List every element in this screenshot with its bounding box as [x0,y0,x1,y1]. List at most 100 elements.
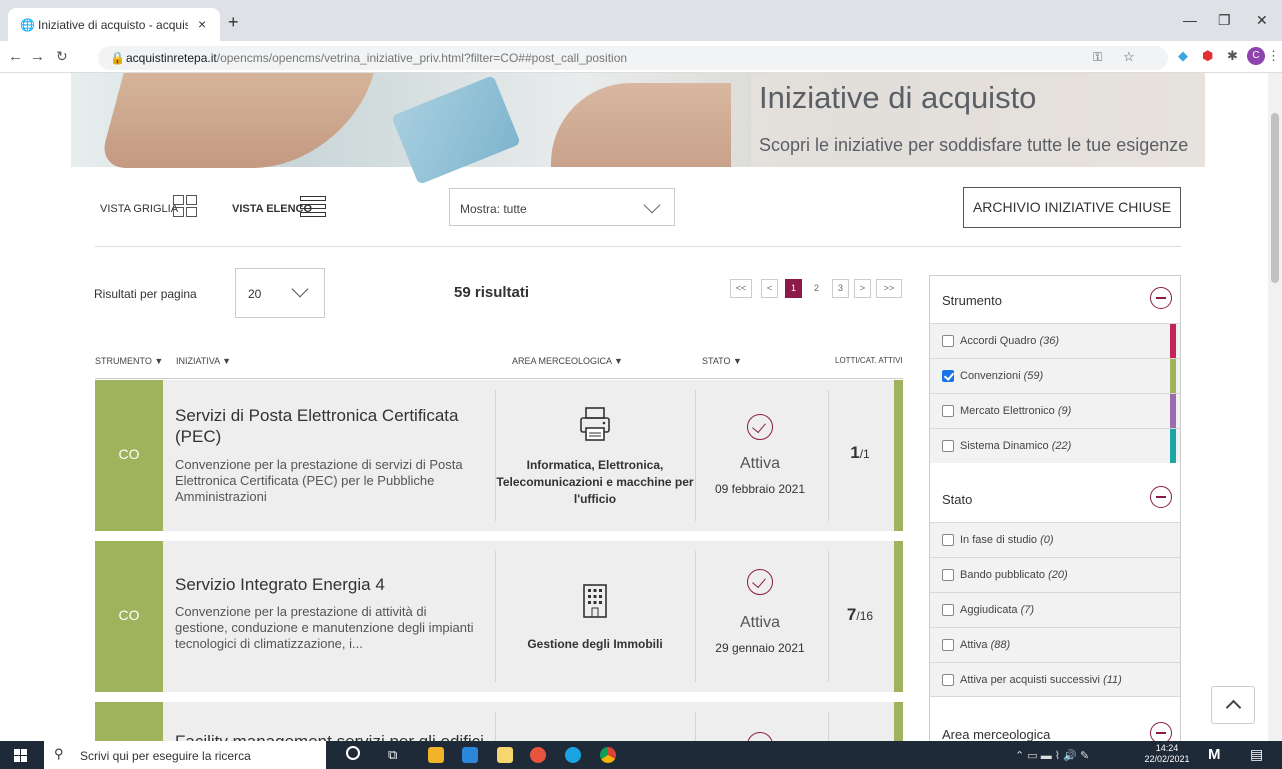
strumento-badge: CO [95,541,163,692]
filter-area-title[interactable]: Area merceologica [942,727,1050,742]
check-circle-icon [747,569,773,595]
filter-convenzioni[interactable]: Convenzioni (59) [930,358,1180,393]
edge-icon[interactable] [565,747,581,763]
cortana-icon[interactable] [346,746,360,760]
reload-icon[interactable]: ↻ [56,48,68,65]
divider [828,712,829,741]
per-page-value: 20 [248,287,262,301]
collapse-strumento-icon[interactable] [1150,287,1172,309]
url-field[interactable]: 🔒 acquistinretepa.it/opencms/opencms/vet… [98,46,1168,70]
checkbox[interactable] [942,604,954,616]
page-3[interactable]: 3 [832,279,849,298]
app-icon[interactable] [530,747,546,763]
color-stripe [1170,324,1176,358]
checkbox[interactable] [942,534,954,546]
page-scrollbar[interactable] [1268,73,1282,741]
mostra-select[interactable]: Mostra: tutte [449,188,675,226]
initiative-title[interactable]: Servizio Integrato Energia 4 [175,574,485,595]
checkbox[interactable] [942,674,954,686]
status-label: Attiva [739,455,780,472]
taskbar-clock[interactable]: 14:24 22/02/2021 [1142,743,1192,765]
extension-diamond-icon[interactable]: ◆ [1178,48,1188,64]
globe-icon: 🌐 [20,18,35,32]
color-stripe [1170,429,1176,463]
divider [495,551,496,682]
status-date: 09 febbraio 2021 [714,482,806,496]
per-page-select[interactable]: 20 [235,268,325,318]
list-view-icon[interactable] [300,195,326,219]
col-stato[interactable]: STATO ▼ [702,356,742,366]
table-row[interactable]: Facility management servizi per gli edif… [95,702,903,741]
results-count: 59 risultati [454,284,530,301]
filter-strumento-title[interactable]: Strumento [942,293,1002,308]
filter-bando-pubblicato[interactable]: Bando pubblicato (20) [930,557,1180,592]
archivio-button[interactable]: ARCHIVIO INIZIATIVE CHIUSE [963,187,1181,228]
checkbox[interactable] [942,440,954,452]
close-tab-icon[interactable]: × [198,16,206,32]
windows-start-icon[interactable] [14,749,28,763]
page-next[interactable]: > [854,279,871,298]
adblock-icon[interactable]: ⬢ [1202,48,1213,64]
back-icon[interactable]: ← [8,48,23,65]
page-2[interactable]: 2 [808,279,825,298]
gmail-icon[interactable]: M [1208,746,1221,763]
grid-view-icon[interactable] [173,195,199,219]
filter-mercato-elettronico[interactable]: Mercato Elettronico (9) [930,393,1180,428]
vista-griglia-label[interactable]: VISTA GRIGLIA [100,203,178,215]
col-area[interactable]: AREA MERCEOLOGICA ▼ [512,356,623,366]
checkbox[interactable] [942,639,954,651]
col-strumento[interactable]: STRUMENTO ▼ [95,356,163,366]
page-prev[interactable]: < [761,279,778,298]
chrome-icon[interactable] [600,747,616,763]
system-tray-icons[interactable]: ⌃ ▭ ▬ ⌇ 🔊 ✎ [1015,749,1089,762]
chevron-down-icon [643,196,661,214]
filter-accordi-quadro[interactable]: Accordi Quadro (36) [930,323,1180,358]
forward-icon[interactable]: → [30,48,45,65]
filter-attiva-acquisti-successivi[interactable]: Attiva per acquisti successivi (11) [930,662,1180,697]
profile-avatar[interactable]: C [1247,47,1265,65]
filter-sistema-dinamico[interactable]: Sistema Dinamico (22) [930,428,1180,463]
notification-icon[interactable]: ▤ [1250,746,1263,763]
page-1[interactable]: 1 [785,279,802,298]
star-icon[interactable]: ☆ [1123,49,1135,65]
mail-icon[interactable] [462,747,478,763]
filter-attiva[interactable]: Attiva (88) [930,627,1180,662]
table-row[interactable]: CO Servizi di Posta Elettronica Certific… [95,380,903,531]
initiative-title[interactable]: Servizi di Posta Elettronica Certificata… [175,405,485,447]
table-row[interactable]: CO Servizio Integrato Energia 4 Convenzi… [95,541,903,692]
task-view-icon[interactable]: ⧉ [388,747,397,763]
divider [95,378,903,379]
checkbox[interactable] [942,405,954,417]
address-bar-row: ← → ↻ 🔒 acquistinretepa.it/opencms/openc… [0,41,1282,73]
checkbox[interactable] [942,335,954,347]
building-icon [583,584,607,618]
page-first[interactable]: << [730,279,752,298]
file-explorer-icon[interactable] [428,747,444,763]
scroll-to-top-button[interactable] [1211,686,1255,724]
checkbox-checked[interactable] [942,370,954,382]
close-window-icon[interactable]: ✕ [1256,12,1268,29]
taskbar-search[interactable]: ⚲ Scrivi qui per eseguire la ricerca [44,741,326,769]
scrollbar-thumb[interactable] [1271,113,1279,283]
store-icon[interactable] [497,747,513,763]
menu-dots-icon[interactable]: ⋮ [1267,48,1280,64]
url-host: acquistinretepa.it [126,51,217,65]
puzzle-icon[interactable]: ✱ [1227,48,1238,64]
collapse-stato-icon[interactable] [1150,486,1172,508]
filter-stato-title[interactable]: Stato [942,492,972,507]
restore-icon[interactable]: ❐ [1218,12,1231,29]
status-date: 29 gennaio 2021 [715,641,805,655]
page-subtitle: Scopri le iniziative per soddisfare tutt… [759,135,1189,155]
browser-tab[interactable]: 🌐 Iniziative di acquisto - acquistinre × [8,8,220,41]
minimize-icon[interactable]: — [1183,12,1197,28]
col-iniziativa[interactable]: INIZIATIVA ▼ [176,356,231,366]
key-icon[interactable]: ⚿ [1093,50,1102,65]
filter-aggiudicata[interactable]: Aggiudicata (7) [930,592,1180,627]
page-last[interactable]: >> [876,279,902,298]
strumento-color-bar [894,541,903,692]
checkbox[interactable] [942,569,954,581]
new-tab-button[interactable]: + [228,12,239,33]
initiative-title[interactable]: Facility management servizi per gli edif… [175,731,485,741]
filter-in-fase-di-studio[interactable]: In fase di studio (0) [930,522,1180,557]
mostra-value: Mostra: tutte [460,202,527,216]
